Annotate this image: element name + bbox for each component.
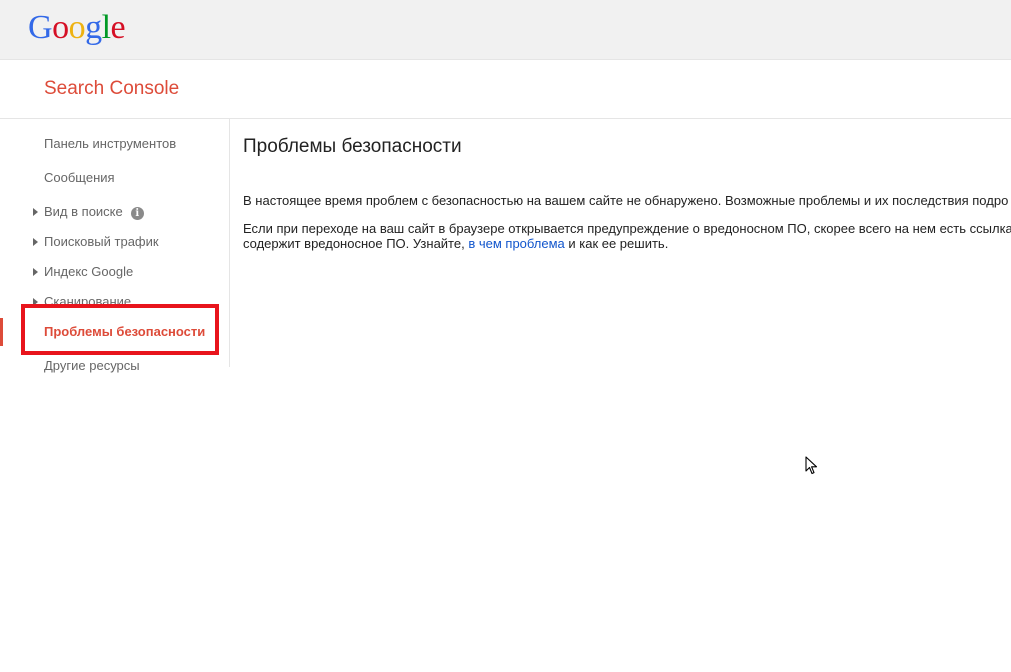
sidebar-item-label: Индекс Google (44, 264, 134, 279)
expand-arrow-icon (33, 268, 38, 276)
info-icon[interactable]: i (130, 207, 144, 220)
sidebar-item-label: Поисковый трафик (44, 234, 159, 249)
product-title[interactable]: Search Console (44, 78, 179, 100)
logo-letter: g (85, 9, 102, 46)
mouse-cursor-icon (805, 456, 818, 475)
logo-letter: l (101, 9, 111, 46)
active-indicator (0, 318, 3, 346)
malware-info-text: содержит вредоносное ПО. Узнайте, (243, 236, 469, 251)
expand-arrow-icon (33, 238, 38, 246)
malware-info-text-end: и как ее решить. (564, 236, 669, 251)
sidebar-item-security-issues[interactable]: Проблемы безопасности (44, 324, 205, 340)
logo-letter: e (110, 9, 126, 46)
sidebar-item-google-index[interactable]: Индекс Google (33, 264, 134, 280)
sidebar-item-dashboard[interactable]: Панель инструментов (44, 136, 176, 152)
sidebar-item-other-resources[interactable]: Другие ресурсы (44, 358, 140, 374)
status-message: В настоящее время проблем с безопасность… (243, 193, 1009, 208)
expand-arrow-icon (33, 208, 38, 216)
google-logo[interactable]: Google (28, 8, 126, 48)
sidebar-item-label: Вид в поиске (44, 204, 123, 219)
sidebar-item-messages[interactable]: Сообщения (44, 170, 115, 186)
sidebar-item-search-appearance[interactable]: Вид в поиске i (33, 204, 144, 220)
logo-letter: o (52, 9, 69, 46)
malware-info-line2: содержит вредоносное ПО. Узнайте, в чем … (243, 236, 668, 252)
sidebar-item-search-traffic[interactable]: Поисковый трафик (33, 234, 159, 250)
page-title: Проблемы безопасности (243, 136, 462, 157)
logo-letter: G (28, 9, 53, 46)
learn-more-link[interactable]: в чем проблема (468, 236, 564, 251)
malware-info-line1: Если при переходе на ваш сайт в браузере… (243, 221, 1011, 236)
logo-letter: o (68, 9, 86, 46)
top-bar: Google (0, 0, 1011, 60)
product-header: Search Console (0, 60, 1011, 119)
